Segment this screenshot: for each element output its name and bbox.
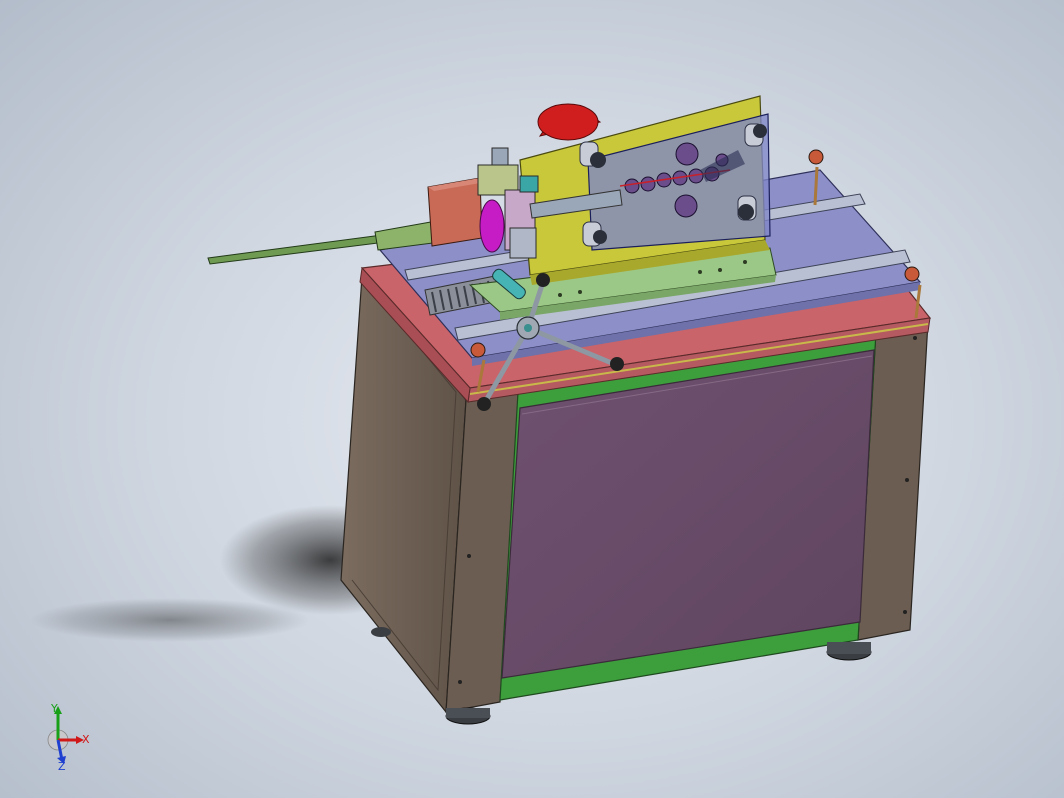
- coordinate-triad: Y X Z: [47, 702, 90, 770]
- cad-viewport[interactable]: [0, 0, 1064, 798]
- triad-y-label: Y: [50, 702, 58, 715]
- triad-z-label: Z: [58, 760, 66, 770]
- magenta-cam-disk: [479, 199, 505, 253]
- triad-x-label: X: [82, 733, 90, 746]
